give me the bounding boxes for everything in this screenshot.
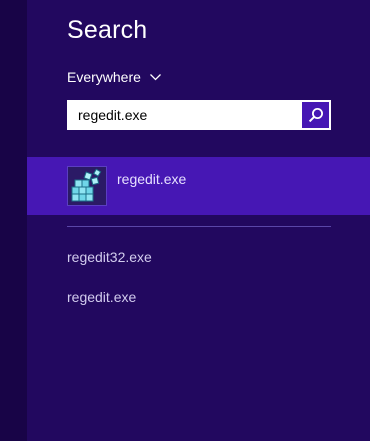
search-box <box>67 100 331 130</box>
search-suggestion[interactable]: regedit32.exe <box>67 249 152 265</box>
left-edge <box>0 0 27 441</box>
pane-title: Search <box>67 16 148 44</box>
results-divider <box>67 226 331 227</box>
search-scope-label: Everywhere <box>67 69 141 85</box>
app-result-label: regedit.exe <box>117 171 187 187</box>
app-result-item[interactable]: regedit.exe <box>27 157 370 215</box>
registry-editor-icon <box>67 166 107 206</box>
magnifier-icon <box>308 108 323 123</box>
search-button[interactable] <box>302 102 329 128</box>
search-scope-dropdown[interactable]: Everywhere <box>67 67 161 87</box>
search-suggestion[interactable]: regedit.exe <box>67 289 136 305</box>
chevron-down-icon <box>149 73 161 80</box>
search-input[interactable] <box>68 101 300 129</box>
